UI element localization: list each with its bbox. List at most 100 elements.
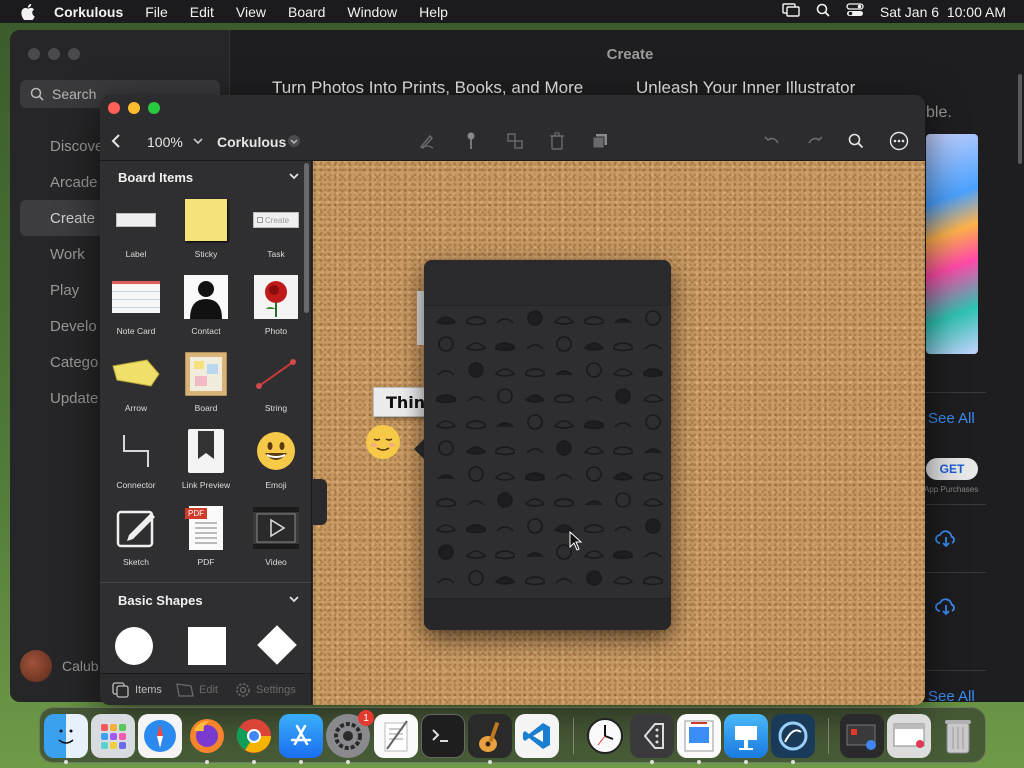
emoji-cell[interactable] bbox=[464, 518, 488, 536]
launchpad-icon[interactable] bbox=[91, 714, 135, 758]
emoji-cell[interactable] bbox=[641, 570, 665, 588]
minimize-icon[interactable] bbox=[48, 48, 60, 60]
emoji-cell[interactable] bbox=[582, 336, 606, 354]
item-board[interactable]: Board bbox=[170, 349, 242, 425]
emoji-cell[interactable] bbox=[523, 518, 547, 536]
tab-items[interactable]: Items bbox=[112, 682, 162, 698]
emoji-cell[interactable] bbox=[611, 544, 635, 562]
item-note-card[interactable]: Note Card bbox=[100, 272, 172, 348]
emoji-cell[interactable] bbox=[582, 414, 606, 432]
close-icon[interactable] bbox=[108, 102, 120, 114]
emoji-cell[interactable] bbox=[464, 492, 488, 510]
emoji-cell[interactable] bbox=[641, 440, 665, 458]
item-connector[interactable]: Connector bbox=[100, 426, 172, 502]
emoji-cell[interactable] bbox=[464, 414, 488, 432]
control-center-icon[interactable] bbox=[846, 3, 864, 20]
safari-icon[interactable] bbox=[138, 714, 182, 758]
emoji-cell[interactable] bbox=[464, 466, 488, 484]
emoji-cell[interactable] bbox=[434, 466, 458, 484]
emoji-cell[interactable] bbox=[641, 544, 665, 562]
emoji-cell[interactable] bbox=[582, 310, 606, 328]
account-button[interactable]: Calub bbox=[20, 650, 99, 682]
corkulous-dock-icon[interactable] bbox=[771, 714, 815, 758]
firefox-icon[interactable] bbox=[185, 714, 229, 758]
emoji-cell[interactable] bbox=[641, 310, 665, 328]
app-store-icon[interactable] bbox=[279, 714, 323, 758]
emoji-cell[interactable] bbox=[552, 362, 576, 380]
tab-edit[interactable]: Edit bbox=[176, 682, 218, 698]
cloud-download-icon[interactable] bbox=[934, 528, 958, 548]
item-sticky[interactable]: Sticky bbox=[170, 195, 242, 271]
emoji-cell[interactable] bbox=[464, 570, 488, 588]
zoom-level[interactable]: 100% bbox=[147, 129, 183, 155]
emoji-cell[interactable] bbox=[493, 336, 517, 354]
duplicate-icon[interactable] bbox=[588, 129, 612, 153]
redo-icon[interactable] bbox=[803, 129, 827, 153]
item-string[interactable]: String bbox=[240, 349, 311, 425]
vscode-icon[interactable] bbox=[515, 714, 559, 758]
emoji-cell[interactable] bbox=[582, 388, 606, 406]
emoji-cell[interactable] bbox=[611, 570, 635, 588]
trash-icon[interactable] bbox=[545, 129, 569, 153]
emoji-cell[interactable] bbox=[552, 388, 576, 406]
emoji-cell[interactable] bbox=[523, 570, 547, 588]
item-photo[interactable]: Photo bbox=[240, 272, 311, 348]
back-chevron-icon[interactable] bbox=[104, 129, 128, 153]
emoji-cell[interactable] bbox=[464, 336, 488, 354]
board-name[interactable]: Corkulous bbox=[217, 129, 286, 155]
emoji-cell[interactable] bbox=[493, 440, 517, 458]
emoji-cell[interactable] bbox=[434, 440, 458, 458]
system-settings-icon[interactable]: 1 bbox=[326, 710, 374, 758]
emoji-cell[interactable] bbox=[493, 466, 517, 484]
item-label[interactable]: Label bbox=[100, 195, 172, 271]
xcode-editor-icon[interactable] bbox=[630, 714, 674, 758]
emoji-cell[interactable] bbox=[611, 388, 635, 406]
emoji-cell[interactable] bbox=[523, 336, 547, 354]
emoji-cell[interactable] bbox=[582, 570, 606, 588]
emoji-cell[interactable] bbox=[552, 310, 576, 328]
section-basic-shapes[interactable]: Basic Shapes bbox=[100, 584, 311, 616]
pen-icon[interactable] bbox=[415, 129, 439, 153]
emoji-cell[interactable] bbox=[434, 570, 458, 588]
spotlight-search-icon[interactable] bbox=[816, 3, 830, 20]
undo-icon[interactable] bbox=[760, 129, 784, 153]
section-board-items[interactable]: Board Items bbox=[100, 161, 311, 193]
emoji-cell[interactable] bbox=[523, 466, 547, 484]
pin-icon[interactable] bbox=[459, 129, 483, 153]
emoji-cell[interactable] bbox=[611, 492, 635, 510]
emoji-cell[interactable] bbox=[641, 362, 665, 380]
sidebar-collapse-handle[interactable] bbox=[313, 479, 327, 525]
board-emoji-relieved[interactable] bbox=[365, 424, 401, 460]
item-contact[interactable]: Contact bbox=[170, 272, 242, 348]
emoji-cell[interactable] bbox=[434, 492, 458, 510]
emoji-cell[interactable] bbox=[552, 336, 576, 354]
emoji-cell[interactable] bbox=[434, 544, 458, 562]
item-pdf[interactable]: PDF PDF bbox=[170, 503, 242, 579]
emoji-cell[interactable] bbox=[641, 414, 665, 432]
item-link-preview[interactable]: Link Preview bbox=[170, 426, 242, 502]
emoji-cell[interactable] bbox=[434, 388, 458, 406]
emoji-cell[interactable] bbox=[552, 570, 576, 588]
zoom-icon[interactable] bbox=[68, 48, 80, 60]
textedit-icon[interactable] bbox=[374, 714, 418, 758]
emoji-cell[interactable] bbox=[464, 388, 488, 406]
zoom-chevron-down-icon[interactable] bbox=[186, 129, 210, 153]
emoji-cell[interactable] bbox=[611, 336, 635, 354]
chrome-icon[interactable] bbox=[232, 714, 276, 758]
featured-artwork[interactable] bbox=[926, 134, 978, 354]
more-options-icon[interactable] bbox=[887, 129, 911, 153]
see-all-link[interactable]: See All bbox=[928, 688, 975, 702]
get-button[interactable]: GET bbox=[926, 458, 978, 480]
emoji-cell[interactable] bbox=[464, 440, 488, 458]
menu-app-name[interactable]: Corkulous bbox=[54, 4, 123, 20]
tab-settings[interactable]: Settings bbox=[235, 682, 296, 698]
scrollbar[interactable] bbox=[1018, 74, 1022, 164]
emoji-cell[interactable] bbox=[611, 518, 635, 536]
minimize-icon[interactable] bbox=[128, 102, 140, 114]
item-task[interactable]: Create Task bbox=[240, 195, 311, 271]
emoji-cell[interactable] bbox=[493, 492, 517, 510]
clock-icon[interactable] bbox=[583, 714, 627, 758]
emoji-cell[interactable] bbox=[552, 466, 576, 484]
emoji-cell[interactable] bbox=[493, 388, 517, 406]
emoji-cell[interactable] bbox=[464, 362, 488, 380]
